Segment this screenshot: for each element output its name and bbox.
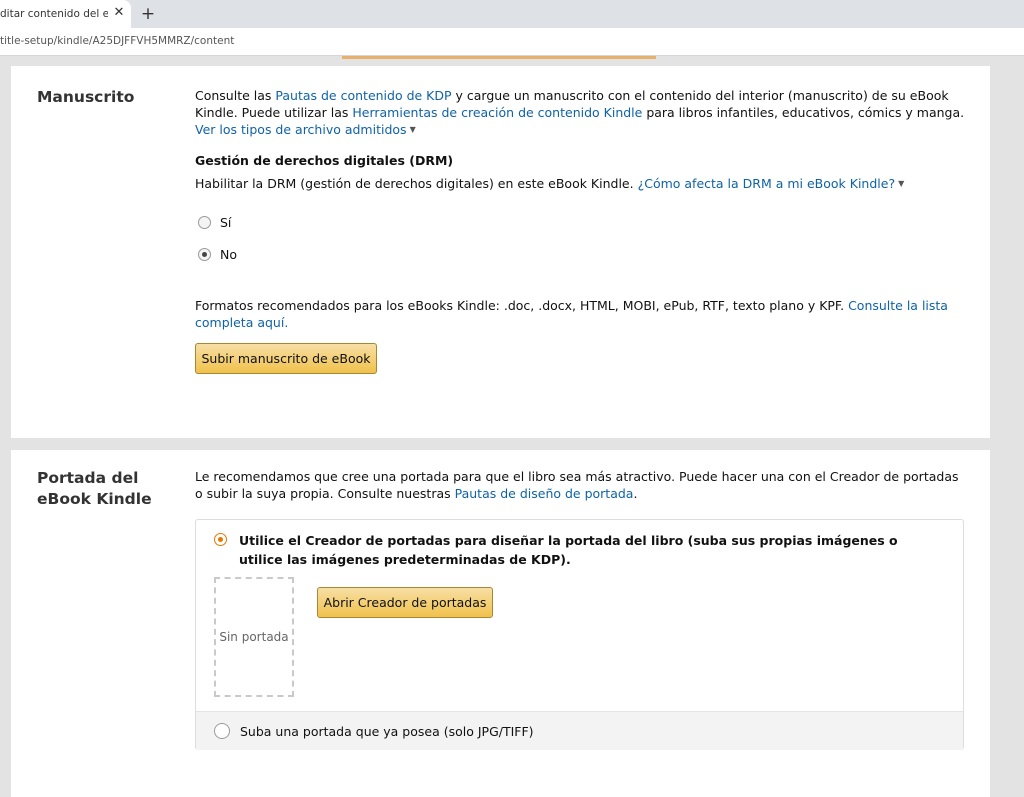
cover-intro: Le recomendamos que cree una portada par…	[195, 468, 970, 502]
manuscript-title: Manuscrito	[37, 88, 135, 106]
open-cover-creator-button[interactable]: Abrir Creador de portadas	[317, 587, 493, 618]
drm-help-link-label: ¿Cómo afecta la DRM a mi eBook Kindle?	[637, 176, 896, 191]
drm-help-link[interactable]: ¿Cómo afecta la DRM a mi eBook Kindle? ▼	[638, 176, 905, 191]
radio-button-selected[interactable]	[214, 533, 227, 546]
drm-option-yes[interactable]: Sí	[198, 215, 231, 230]
drm-option-label[interactable]: No	[220, 247, 237, 262]
content-guidelines-link[interactable]: Pautas de contenido de KDP	[275, 88, 451, 103]
cover-title: Portada del eBook Kindle	[37, 469, 152, 508]
cover-intro-end: .	[633, 486, 638, 501]
content-tools-link[interactable]: Herramientas de creación de contenido Ki…	[352, 105, 642, 120]
intro-text-1: Consulte las	[195, 88, 276, 103]
intro-text-3: para libros infantiles, educativos, cómi…	[642, 105, 965, 120]
browser-tabbar: ditar contenido del eBook ✕ +	[0, 0, 1024, 28]
url-text[interactable]: title-setup/kindle/A25DJFFVH5MMRZ/conten…	[0, 35, 234, 47]
cover-options-box: Utilice el Creador de portadas para dise…	[195, 519, 964, 750]
caret-down-icon: ▼	[898, 179, 905, 188]
address-bar[interactable]: title-setup/kindle/A25DJFFVH5MMRZ/conten…	[0, 28, 1024, 56]
drm-heading: Gestión de derechos digitales (DRM)	[195, 153, 454, 168]
upload-manuscript-button[interactable]: Subir manuscrito de eBook	[195, 343, 377, 374]
new-tab-icon[interactable]: +	[140, 4, 156, 24]
drm-description-text: Habilitar la DRM (gestión de derechos di…	[195, 176, 638, 191]
recommended-formats: Formatos recomendados para los eBooks Ki…	[195, 297, 970, 331]
cover-section: Portada del eBook Kindle Le recomendamos…	[11, 450, 990, 797]
no-cover-text: Sin portada	[219, 630, 289, 644]
close-icon[interactable]: ✕	[112, 6, 126, 20]
cover-option-upload[interactable]: Suba una portada que ya posea (solo JPG/…	[196, 711, 963, 750]
page-progress-strip	[342, 56, 656, 59]
radio-button[interactable]	[214, 723, 230, 739]
drm-description: Habilitar la DRM (gestión de derechos di…	[195, 176, 904, 191]
cover-preview-placeholder: Sin portada	[214, 577, 294, 697]
cover-option-creator-label[interactable]: Utilice el Creador de portadas para dise…	[239, 531, 939, 569]
formats-text: Formatos recomendados para los eBooks Ki…	[195, 298, 849, 313]
browser-tab[interactable]: ditar contenido del eBook ✕	[0, 0, 131, 28]
drm-option-label[interactable]: Sí	[220, 215, 231, 230]
file-types-link[interactable]: Ver los tipos de archivo admitidos ▼	[195, 122, 416, 137]
tab-title: ditar contenido del eBook	[0, 8, 108, 20]
manuscript-intro: Consulte las Pautas de contenido de KDP …	[195, 87, 970, 138]
cover-design-guidelines-link[interactable]: Pautas de diseño de portada	[455, 486, 634, 501]
file-types-link-label: Ver los tipos de archivo admitidos	[195, 122, 407, 137]
radio-button[interactable]	[198, 248, 211, 261]
caret-down-icon: ▼	[409, 125, 416, 134]
manuscript-section: Manuscrito Consulte las Pautas de conten…	[11, 66, 990, 438]
radio-button[interactable]	[198, 216, 211, 229]
cover-option-creator[interactable]: Utilice el Creador de portadas para dise…	[214, 531, 939, 569]
cover-option-upload-label[interactable]: Suba una portada que ya posea (solo JPG/…	[240, 724, 534, 739]
drm-option-no[interactable]: No	[198, 247, 237, 262]
